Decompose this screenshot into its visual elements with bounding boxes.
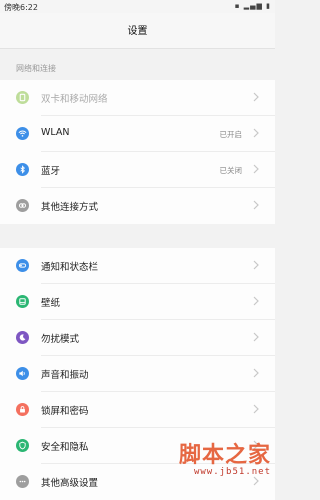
settings-item-sound[interactable]: 声音和振动	[0, 356, 275, 392]
settings-item-wallpaper[interactable]: 壁纸	[0, 284, 275, 320]
shield-icon	[16, 439, 29, 452]
settings-item-other-connections[interactable]: 其他连接方式	[0, 188, 275, 224]
settings-item-label: 双卡和移动网络	[41, 94, 108, 105]
chevron-right-icon	[253, 404, 259, 414]
more-icon	[16, 475, 29, 488]
chevron-right-icon	[253, 164, 259, 174]
settings-item-label: 声音和振动	[41, 370, 89, 381]
chevron-right-icon	[253, 332, 259, 342]
settings-item-label: 通知和状态栏	[41, 262, 99, 273]
status-indicators: ▪ ▂▄▆ ▮	[234, 2, 271, 10]
lock-icon	[16, 403, 29, 416]
header: 设置	[0, 13, 275, 49]
settings-item-wlan[interactable]: WLAN 已开启	[0, 116, 275, 152]
settings-item-lock-screen[interactable]: 锁屏和密码	[0, 392, 275, 428]
settings-item-value: 已关闭	[219, 166, 243, 175]
chevron-right-icon	[253, 128, 259, 138]
chevron-right-icon	[253, 296, 259, 306]
settings-item-bluetooth[interactable]: 蓝牙 已关闭	[0, 152, 275, 188]
settings-item-dual-sim[interactable]: 双卡和移动网络	[0, 80, 275, 116]
sim-card-icon	[16, 91, 29, 104]
settings-item-label: 安全和隐私	[41, 442, 89, 453]
settings-item-value: 已开启	[219, 130, 243, 139]
watermark: 脚本之家 www.jb51.net	[179, 437, 271, 477]
sound-icon	[16, 367, 29, 380]
settings-item-label: 其他连接方式	[41, 202, 99, 213]
chevron-right-icon	[253, 260, 259, 270]
chevron-right-icon	[253, 476, 259, 486]
network-settings-card: 双卡和移动网络 WLAN 已开启 蓝牙 已关闭 其他连接方式	[0, 80, 275, 224]
wallpaper-icon	[16, 295, 29, 308]
chevron-right-icon	[253, 92, 259, 102]
wifi-icon	[16, 127, 29, 140]
watermark-logo: 脚本之家	[178, 442, 271, 468]
settings-item-label: 锁屏和密码	[41, 406, 89, 417]
page-title: 设置	[127, 26, 148, 37]
chevron-right-icon	[253, 368, 259, 378]
status-bar: 傍晚6:22 ▪ ▂▄▆ ▮	[0, 0, 275, 13]
bluetooth-icon	[16, 163, 29, 176]
settings-item-label: 勿扰模式	[41, 334, 80, 345]
link-icon	[16, 199, 29, 212]
settings-item-label: WLAN	[41, 127, 70, 138]
section-label-network: 网络和连接	[16, 64, 56, 73]
moon-icon	[16, 331, 29, 344]
settings-item-do-not-disturb[interactable]: 勿扰模式	[0, 320, 275, 356]
status-time: 傍晚6:22	[4, 3, 38, 12]
settings-item-notifications[interactable]: 通知和状态栏	[0, 248, 275, 284]
chevron-right-icon	[253, 200, 259, 210]
settings-item-label: 其他高级设置	[41, 478, 99, 489]
notification-icon	[16, 259, 29, 272]
settings-item-label: 蓝牙	[41, 166, 61, 177]
settings-item-label: 壁纸	[41, 298, 61, 309]
